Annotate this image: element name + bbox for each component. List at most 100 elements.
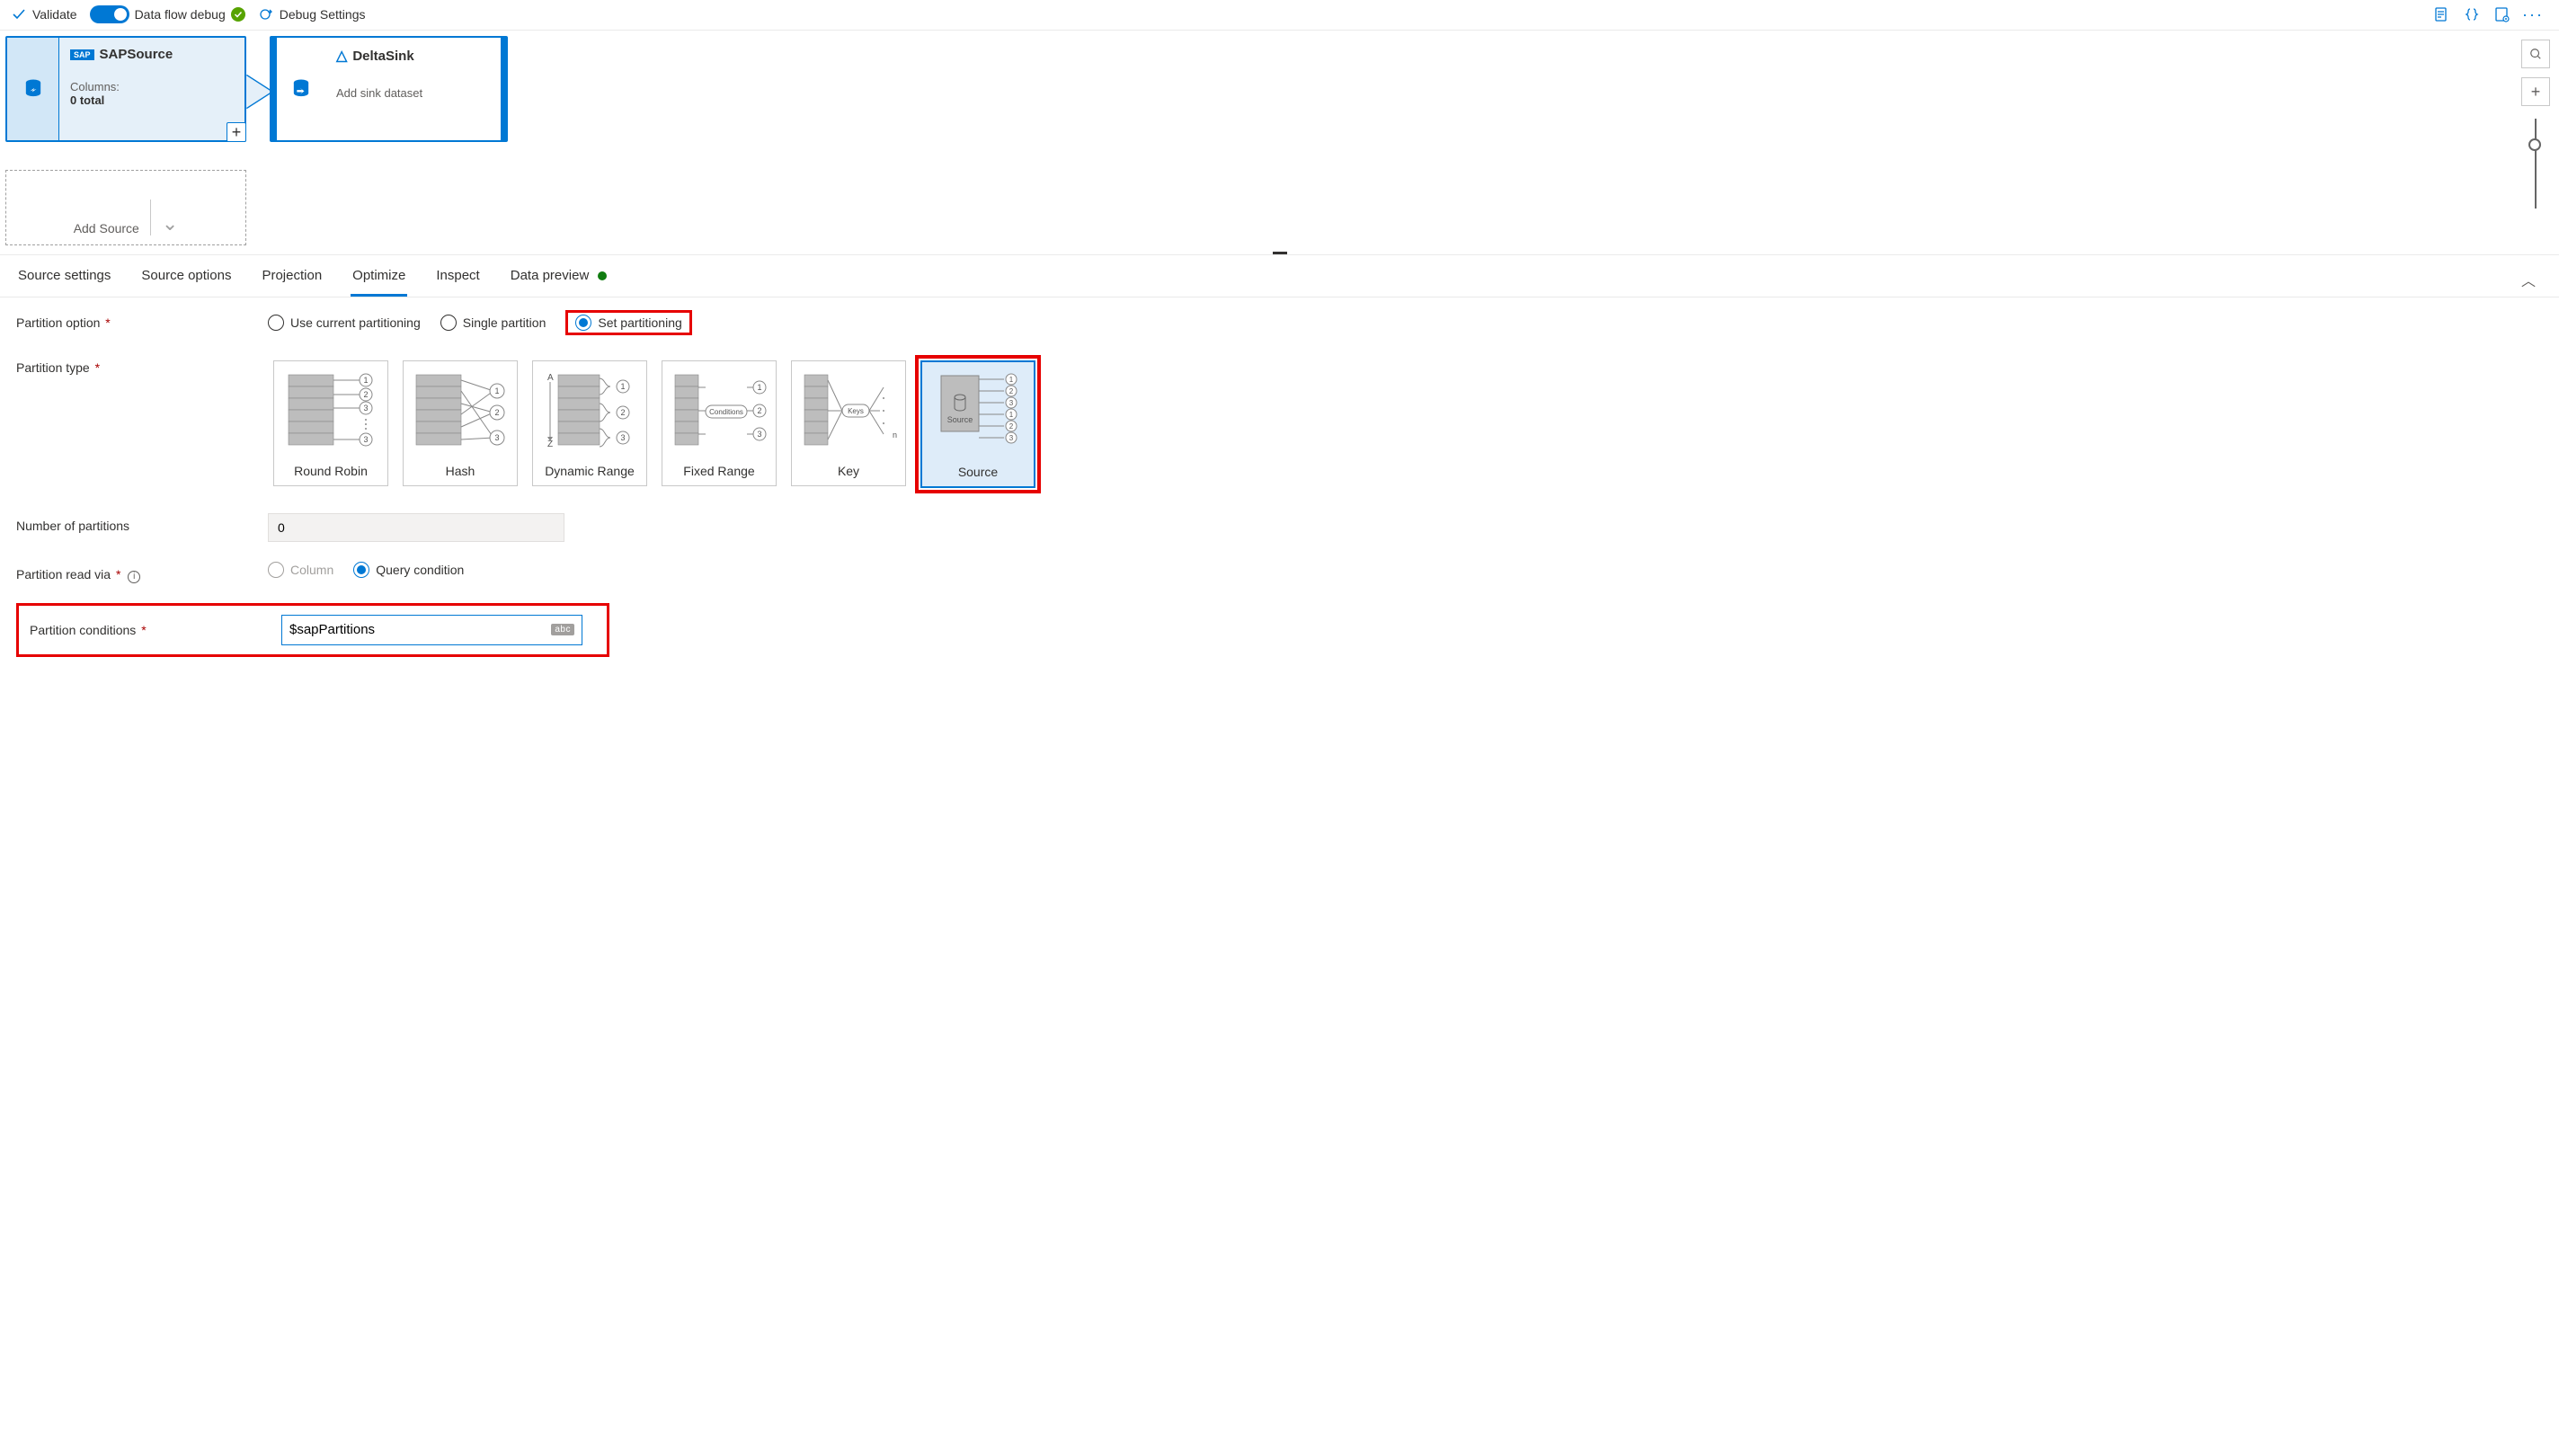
- tab-source-settings[interactable]: Source settings: [16, 262, 112, 297]
- sink-title: △ DeltaSink: [336, 47, 490, 65]
- svg-text:2: 2: [1009, 387, 1014, 395]
- sap-logo-icon: SAP: [70, 49, 94, 60]
- row-partition-option: Partition option * Use current partition…: [16, 310, 2543, 335]
- svg-text:1: 1: [620, 382, 625, 391]
- source-node-icon: [7, 38, 59, 140]
- tab-projection[interactable]: Projection: [260, 262, 324, 297]
- tab-optimize[interactable]: Optimize: [351, 262, 407, 297]
- tab-data-preview-label: Data preview: [511, 268, 590, 283]
- svg-text:1: 1: [1009, 411, 1014, 419]
- tab-source-options[interactable]: Source options: [139, 262, 233, 297]
- settings-export-icon: [258, 6, 274, 22]
- svg-text:Conditions: Conditions: [709, 408, 743, 416]
- param-type-chip: abc: [551, 624, 574, 635]
- chevron-down-icon: ⌄: [162, 212, 178, 235]
- source-title-text: SAPSource: [100, 47, 173, 62]
- debug-toggle[interactable]: Data flow debug: [90, 5, 245, 23]
- collapse-panel-button[interactable]: ︿: [2521, 269, 2543, 290]
- status-dot-icon: [598, 271, 607, 280]
- svg-text:1: 1: [1009, 376, 1014, 384]
- round-robin-icon: 1233: [281, 368, 380, 454]
- validate-button[interactable]: Validate: [11, 6, 77, 22]
- row-partition-read-via: Partition read via * i Column Query cond…: [16, 562, 2543, 583]
- tile-source[interactable]: Source 123 123 Source: [920, 360, 1035, 488]
- row-partition-conditions: Partition conditions * abc: [16, 603, 2543, 657]
- node-sink[interactable]: △ DeltaSink Add sink dataset: [270, 36, 508, 142]
- hash-icon: 1 2 3: [411, 368, 510, 454]
- debug-settings-button[interactable]: Debug Settings: [258, 6, 366, 22]
- svg-text:2: 2: [494, 408, 499, 417]
- dynamic-range-icon: AZ 123: [540, 368, 639, 454]
- svg-text:n: n: [893, 431, 897, 439]
- more-icon[interactable]: ···: [2525, 6, 2541, 22]
- braces-icon[interactable]: [2464, 6, 2480, 22]
- svg-text:3: 3: [1009, 434, 1014, 442]
- svg-text:A: A: [547, 373, 554, 383]
- svg-text:3: 3: [757, 430, 761, 439]
- sink-subtitle: Add sink dataset: [336, 86, 490, 100]
- input-partition-conditions-wrapper: abc: [281, 615, 582, 645]
- radio-use-current[interactable]: Use current partitioning: [268, 315, 421, 331]
- partition-type-tiles: 1233 Round Robin: [268, 355, 2543, 493]
- delta-icon: △: [336, 47, 347, 65]
- sink-title-text: DeltaSink: [352, 49, 413, 64]
- svg-text:Keys: Keys: [848, 407, 864, 415]
- svg-text:2: 2: [757, 406, 761, 415]
- svg-text:3: 3: [363, 435, 368, 444]
- input-partition-conditions[interactable]: [289, 622, 544, 637]
- label-partition-read-via: Partition read via: [16, 567, 111, 582]
- label-partition-type: Partition type: [16, 360, 90, 375]
- svg-text:3: 3: [494, 433, 499, 442]
- radio-single-partition[interactable]: Single partition: [440, 315, 546, 331]
- highlight-source-tile: Source 123 123 Source: [915, 355, 1041, 493]
- zoom-slider[interactable]: [2535, 119, 2537, 209]
- radio-column: Column: [268, 562, 333, 578]
- info-icon[interactable]: i: [128, 571, 140, 583]
- sink-node-icon: [277, 38, 325, 140]
- row-partition-type: Partition type * 1233 Round R: [16, 355, 2543, 493]
- input-num-partitions[interactable]: [268, 513, 564, 542]
- tile-fixed-range[interactable]: Conditions 123 Fixed Range: [662, 360, 777, 486]
- node-source[interactable]: SAP SAPSource Columns: 0 total +: [5, 36, 246, 142]
- add-source-label: Add Source: [74, 221, 139, 235]
- add-source-placeholder[interactable]: Add Source ⌄: [5, 170, 246, 245]
- label-num-partitions: Number of partitions: [16, 519, 129, 533]
- svg-text:Source: Source: [947, 415, 973, 424]
- key-icon: Keys n: [799, 368, 898, 454]
- tab-inspect[interactable]: Inspect: [434, 262, 481, 297]
- fixed-range-icon: Conditions 1 2 3: [670, 368, 769, 454]
- radio-query-condition[interactable]: Query condition: [353, 562, 464, 578]
- svg-text:1: 1: [494, 386, 499, 395]
- highlight-partition-conditions: Partition conditions * abc: [16, 603, 609, 657]
- add-transform-button[interactable]: +: [227, 122, 246, 142]
- source-title: SAP SAPSource: [70, 47, 234, 62]
- svg-text:2: 2: [620, 408, 625, 417]
- label-partition-option: Partition option: [16, 315, 100, 330]
- row-num-partitions: Number of partitions: [16, 513, 2543, 542]
- toolbar-right: ···: [2433, 6, 2548, 22]
- svg-text:2: 2: [363, 390, 368, 399]
- radio-set-partitioning[interactable]: Set partitioning: [575, 315, 681, 331]
- debug-settings-label: Debug Settings: [280, 7, 366, 22]
- toggle-switch-icon: [90, 5, 129, 23]
- config-tabs: Source settings Source options Projectio…: [0, 254, 2559, 297]
- flow-arrow-icon: [246, 75, 271, 108]
- search-canvas-button[interactable]: [2521, 40, 2550, 68]
- settings-doc-icon[interactable]: [2494, 6, 2510, 22]
- code-script-icon[interactable]: [2433, 6, 2449, 22]
- success-icon: [231, 7, 245, 22]
- svg-text:1: 1: [363, 376, 368, 385]
- dataflow-canvas[interactable]: SAP SAPSource Columns: 0 total + △ Delta…: [0, 30, 2559, 254]
- tab-data-preview[interactable]: Data preview: [509, 262, 609, 297]
- highlight-set-partitioning: Set partitioning: [565, 310, 691, 335]
- canvas-tools: +: [2521, 40, 2550, 209]
- svg-text:1: 1: [757, 383, 761, 392]
- zoom-in-button[interactable]: +: [2521, 77, 2550, 106]
- debug-toggle-label: Data flow debug: [135, 7, 226, 22]
- svg-text:3: 3: [620, 433, 625, 442]
- tile-round-robin[interactable]: 1233 Round Robin: [273, 360, 388, 486]
- tile-hash[interactable]: 123 Hash: [403, 360, 518, 486]
- source-partition-icon: Source 123 123: [929, 368, 1027, 455]
- tile-key[interactable]: Keys n Key: [791, 360, 906, 486]
- tile-dynamic-range[interactable]: AZ 123 Dynamic: [532, 360, 647, 486]
